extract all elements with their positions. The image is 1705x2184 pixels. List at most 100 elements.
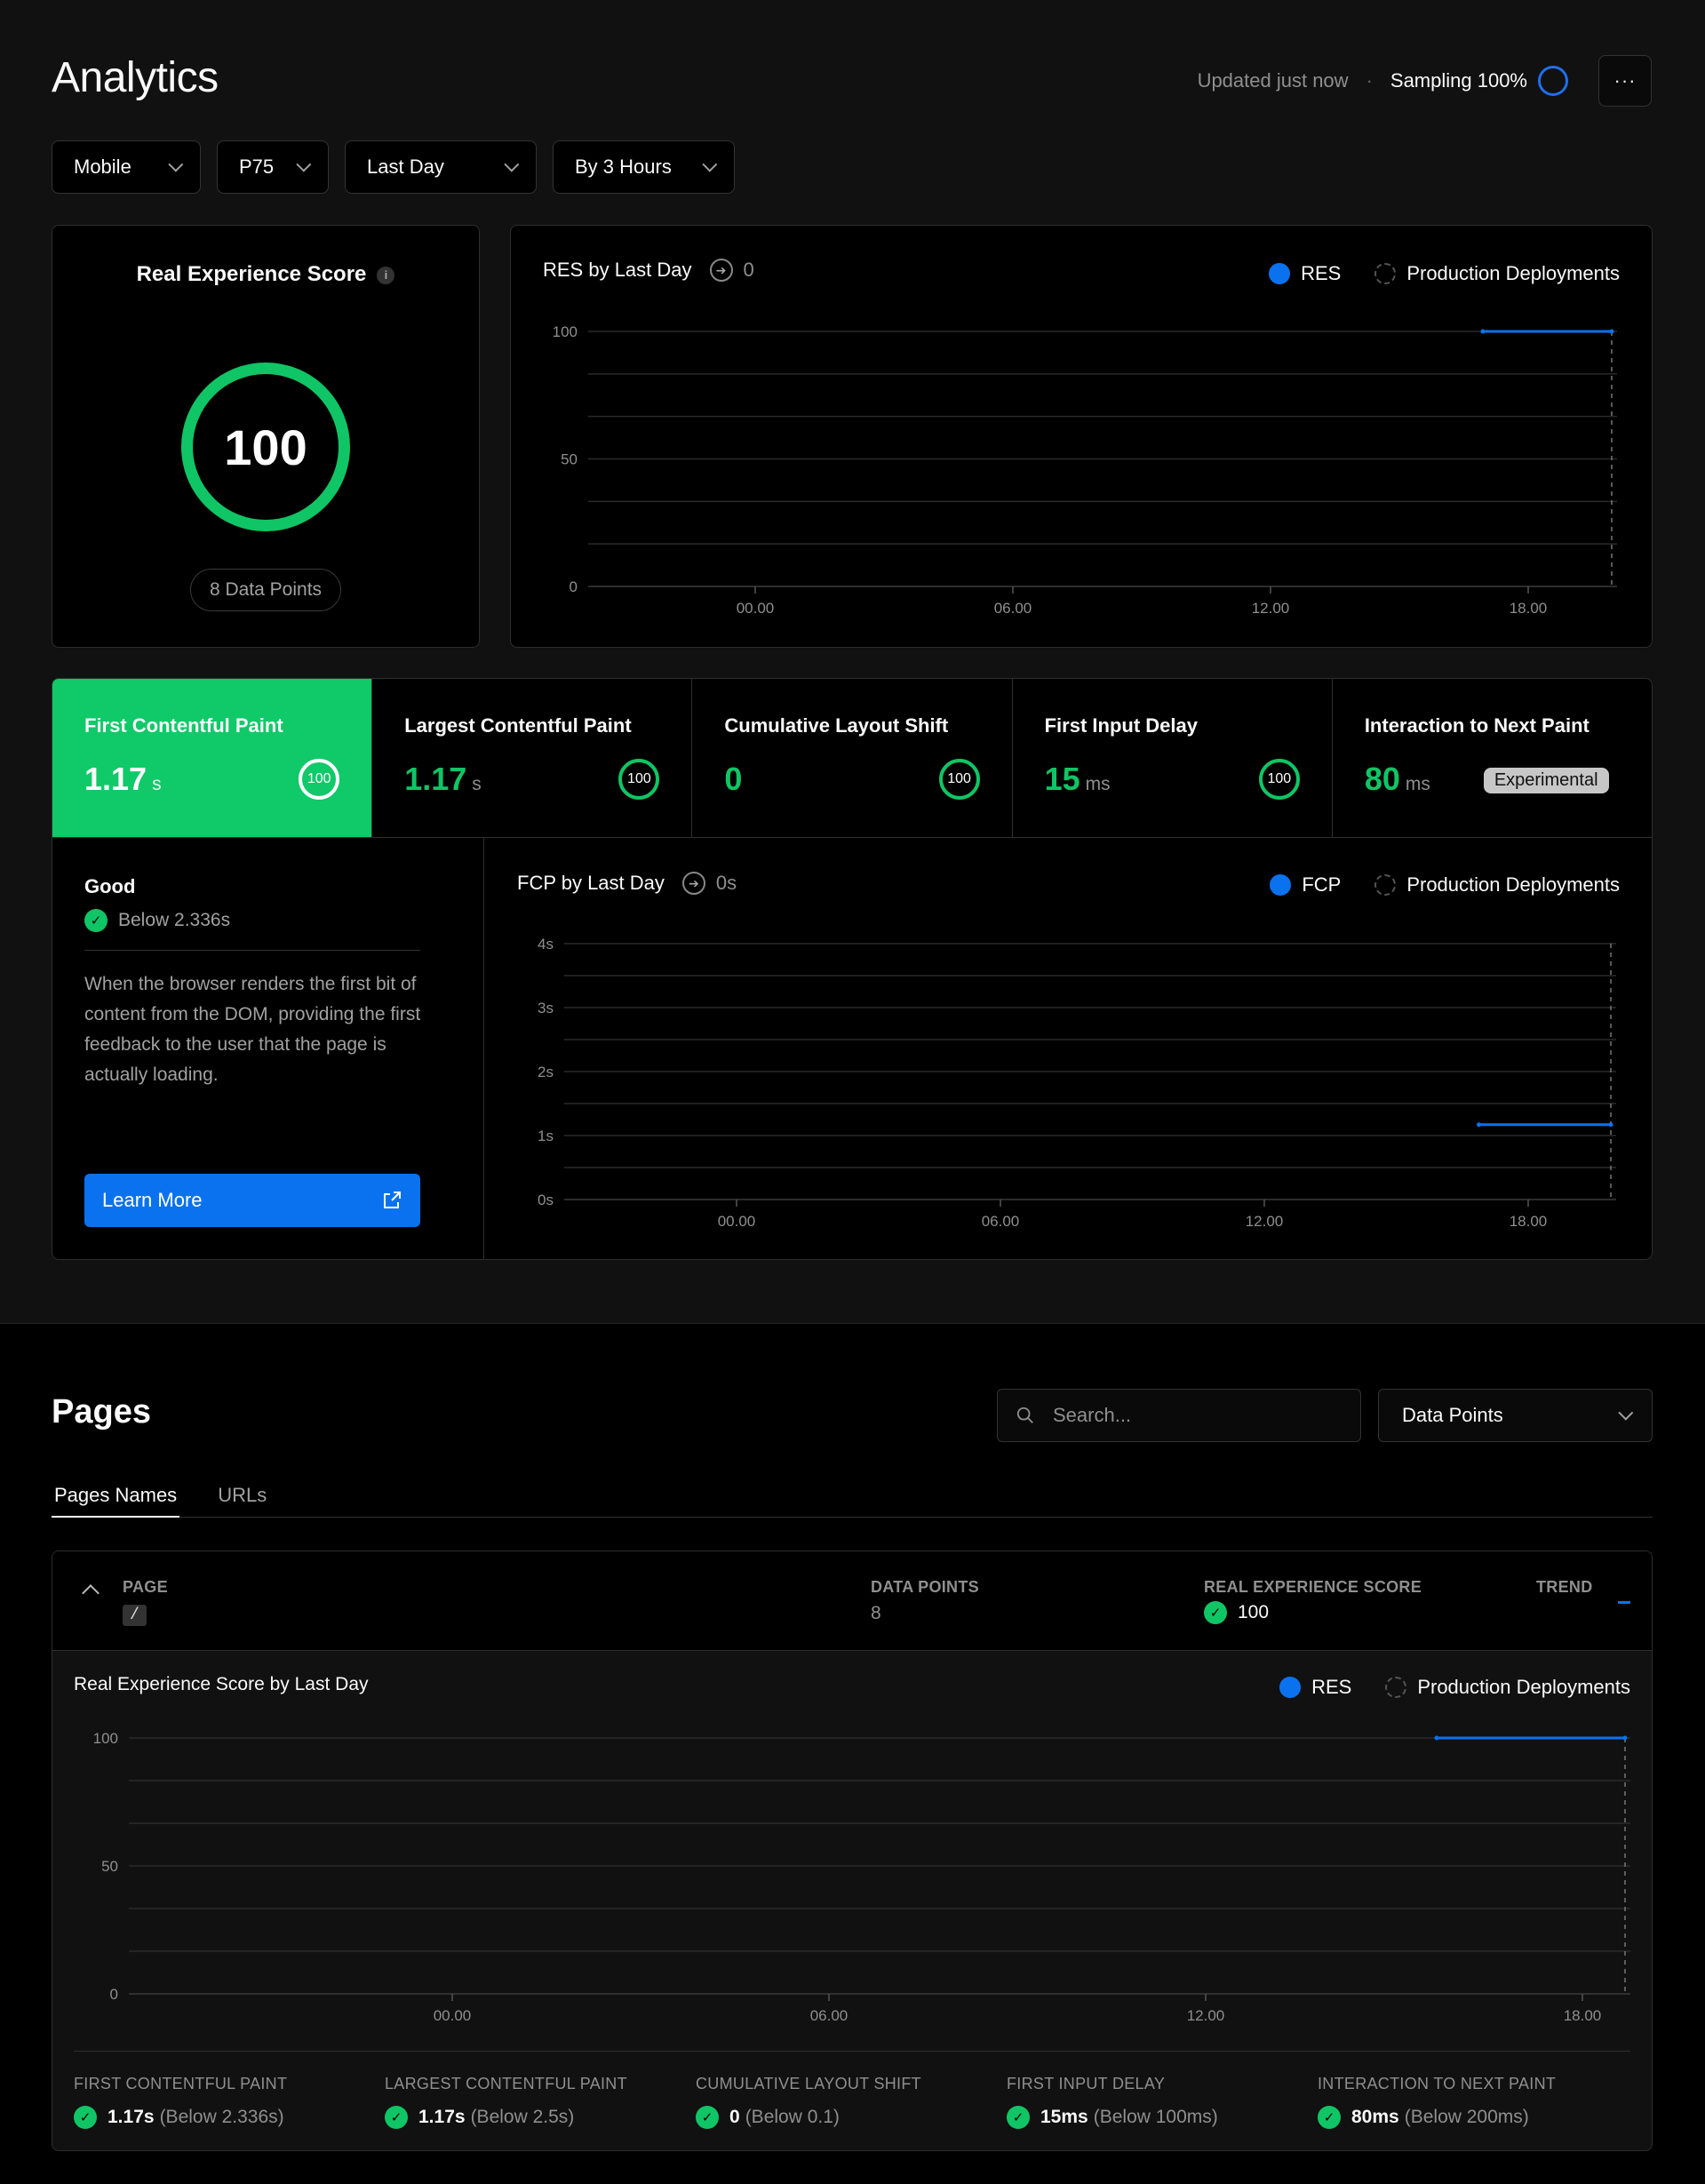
- row-metric-threshold: (Below 100ms): [1093, 2107, 1218, 2127]
- check-icon: ✓: [385, 2106, 408, 2129]
- y-tick-label: 0: [570, 578, 578, 595]
- pages-table: PAGE / DATA POINTS 8 REAL EXPERIENCE SCO…: [52, 1550, 1653, 2151]
- metric-fcp[interactable]: First Contentful Paint 1.17 s 100: [52, 679, 373, 837]
- trend-sparkline: [1618, 1601, 1630, 1604]
- row-metric-value: ✓ 0 (Below 0.1): [696, 2106, 921, 2129]
- row-metric-label: FIRST INPUT DELAY: [1007, 2075, 1166, 2092]
- experimental-badge: Experimental: [1483, 768, 1609, 793]
- metric-number: 80: [1364, 761, 1400, 797]
- arrow-right-circle-icon: ➔: [709, 259, 733, 282]
- period-select[interactable]: Last Day: [345, 140, 537, 194]
- data-point: [1622, 1735, 1628, 1741]
- metric-lcp[interactable]: Largest Contentful Paint 1.17 s 100: [372, 679, 693, 837]
- sort-select-value: Data Points: [1402, 1404, 1503, 1426]
- metric-cls[interactable]: Cumulative Layout Shift 0 100: [692, 679, 1013, 837]
- row-chart: 0 50 100 00.00 06.00 12.00 18.00: [93, 1730, 1630, 2024]
- external-link-icon: [384, 1192, 401, 1208]
- y-tick-label: 100: [553, 323, 578, 340]
- search-icon: [1016, 1407, 1033, 1423]
- pages-tabs: Pages Names URLs: [52, 1475, 1653, 1518]
- row-metric-value: ✓ 1.17s (Below 2.336s): [74, 2106, 287, 2129]
- metric-name: First Input Delay: [1044, 714, 1198, 737]
- legend-res-label: RES: [1311, 1676, 1352, 1698]
- tab-page-names[interactable]: Pages Names: [52, 1475, 180, 1518]
- metric-fid[interactable]: First Input Delay 15 ms 100: [1013, 679, 1333, 837]
- table-row[interactable]: PAGE / DATA POINTS 8 REAL EXPERIENCE SCO…: [52, 1551, 1652, 1651]
- check-icon: ✓: [1204, 1601, 1227, 1624]
- res-title: Real Experience Score i: [52, 262, 480, 287]
- res-chart-legend: RES Production Deployments: [1269, 262, 1620, 285]
- metric-score-ring: 100: [618, 759, 660, 800]
- metric-number: 1.17: [404, 761, 467, 797]
- metrics-row: First Contentful Paint 1.17 s 100 Largest…: [52, 678, 1653, 838]
- row-metric-number: 15ms: [1040, 2107, 1088, 2127]
- device-select[interactable]: Mobile: [52, 140, 201, 194]
- row-metric-lcp: LARGEST CONTENTFUL PAINT ✓ 1.17s (Below 2.…: [385, 2075, 627, 2129]
- page-title: Analytics: [52, 54, 219, 101]
- granularity-select[interactable]: By 3 Hours: [553, 140, 735, 194]
- x-tick-label: 06.00: [810, 2007, 849, 2024]
- device-select-value: Mobile: [74, 155, 131, 178]
- x-tick-label: 18.00: [1564, 2007, 1602, 2024]
- metric-number: 15: [1044, 761, 1080, 797]
- legend-res-label: RES: [1301, 262, 1342, 284]
- res-chart: 0 50 100 00.00 06.00 12.00 18.00: [553, 323, 1617, 617]
- legend-deploy-label: Production Deployments: [1417, 1676, 1630, 1698]
- metric-unit: s: [472, 774, 482, 794]
- row-metric-label: INTERACTION TO NEXT PAINT: [1318, 2075, 1557, 2092]
- y-tick-label: 100: [93, 1730, 118, 1747]
- metric-detail-panel: Good ✓ Below 2.336s When the browser ren…: [52, 837, 1653, 1260]
- col-data-points: DATA POINTS: [871, 1578, 979, 1596]
- sort-select[interactable]: Data Points: [1378, 1389, 1653, 1442]
- x-tick-label: 18.00: [1510, 1213, 1548, 1230]
- res-score-ring: 100: [181, 363, 350, 531]
- metric-description: When the browser renders the first bit o…: [84, 974, 421, 1085]
- metric-score-ring: 100: [1258, 759, 1300, 800]
- x-tick-label: 12.00: [1246, 1213, 1284, 1230]
- tab-urls[interactable]: URLs: [215, 1475, 269, 1518]
- rating-label: Good: [84, 875, 136, 897]
- learn-more-label: Learn More: [102, 1189, 203, 1211]
- fcp-chart-header: FCP by Last Day ➔ 0s: [517, 872, 737, 895]
- x-tick-label: 18.00: [1510, 600, 1548, 617]
- row-metric-label: FIRST CONTENTFUL PAINT: [74, 2075, 288, 2092]
- granularity-select-value: By 3 Hours: [575, 155, 672, 178]
- row-data-points: 8: [871, 1603, 881, 1623]
- check-icon: ✓: [696, 2106, 719, 2129]
- metric-value: 1.17 s: [404, 761, 482, 798]
- row-metric-number: 1.17s: [418, 2107, 466, 2127]
- learn-more-button[interactable]: Learn More: [84, 1174, 420, 1227]
- x-tick-label: 00.00: [718, 1213, 756, 1230]
- legend-deploy-swatch: [1374, 263, 1397, 284]
- search-input[interactable]: Search...: [997, 1389, 1361, 1442]
- row-metric-threshold: (Below 200ms): [1404, 2107, 1529, 2127]
- more-options-button[interactable]: ···: [1598, 55, 1652, 107]
- metric-name: Interaction to Next Paint: [1364, 714, 1589, 737]
- filter-bar: Mobile P75 Last Day By 3 Hours: [52, 140, 735, 194]
- period-select-value: Last Day: [367, 155, 444, 178]
- row-metric-label: LARGEST CONTENTFUL PAINT: [385, 2075, 627, 2092]
- info-icon[interactable]: i: [377, 266, 395, 284]
- metric-inp[interactable]: Interaction to Next Paint 80 ms Experimen…: [1333, 679, 1652, 837]
- row-metric-inp: INTERACTION TO NEXT PAINT ✓ 80ms (Below 20…: [1318, 2075, 1556, 2129]
- legend-fcp-label: FCP: [1302, 873, 1342, 896]
- threshold-row: ✓ Below 2.336s: [84, 909, 230, 932]
- data-points-pill: 8 Data Points: [190, 569, 341, 611]
- col-trend: TREND: [1536, 1578, 1593, 1596]
- legend-fcp-swatch: [1270, 874, 1292, 896]
- y-tick-label: 50: [561, 451, 578, 468]
- check-icon: ✓: [1318, 2106, 1341, 2129]
- check-icon: ✓: [84, 909, 108, 932]
- y-tick-label: 3s: [538, 1000, 554, 1016]
- metric-unit: ms: [1405, 774, 1430, 794]
- divider: [74, 2051, 1630, 2052]
- percentile-select[interactable]: P75: [217, 140, 329, 194]
- row-metric-number: 80ms: [1351, 2107, 1399, 2127]
- chevron-up-icon[interactable]: [82, 1584, 100, 1602]
- search-placeholder: Search...: [1053, 1404, 1132, 1426]
- metric-number: 1.17: [84, 761, 147, 797]
- x-tick-label: 06.00: [994, 600, 1032, 617]
- legend-deploy-swatch: [1385, 1677, 1407, 1698]
- sampling-ring-icon: [1538, 66, 1568, 96]
- row-res: ✓ 100: [1204, 1601, 1269, 1624]
